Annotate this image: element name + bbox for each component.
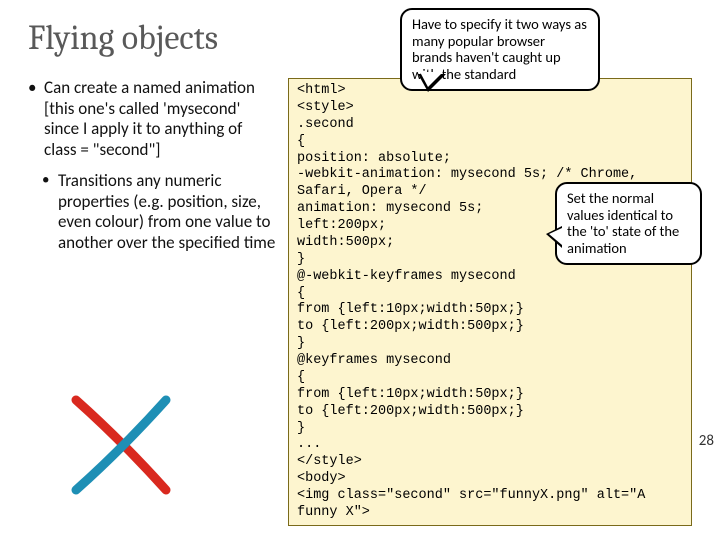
page-number: 28	[699, 432, 714, 450]
callout-top-tail-fill	[420, 72, 443, 87]
bullet-level2: Transitions any numeric properties (e.g.…	[28, 171, 278, 254]
slide-title: Flying objects	[28, 18, 218, 58]
bullet-list: Can create a named animation [this one's…	[28, 78, 278, 254]
funny-x-icon	[66, 390, 176, 500]
code-snippet: <html> <style> .second { position: absol…	[288, 78, 692, 526]
callout-right: Set the normal values identical to the '…	[555, 182, 702, 265]
callout-right-tail-fill	[549, 228, 562, 245]
bullet-level1: Can create a named animation [this one's…	[28, 78, 278, 161]
